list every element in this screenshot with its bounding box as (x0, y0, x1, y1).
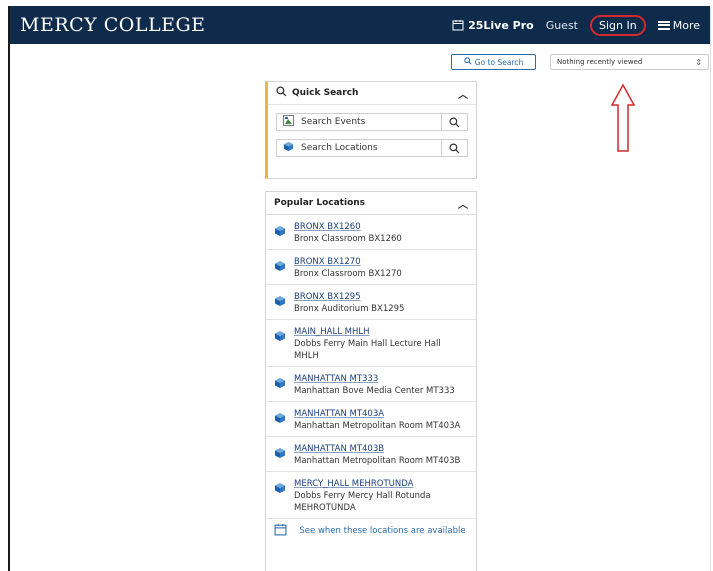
college-logo[interactable]: MERCY COLLEGE (20, 14, 206, 36)
go-to-search-button[interactable]: Go to Search (451, 54, 536, 70)
events-icon (283, 115, 294, 129)
top-navigation-bar: MERCY COLLEGE 25Live Pro Guest Sign In M… (10, 6, 710, 44)
search-icon[interactable] (442, 142, 467, 154)
location-code-link[interactable]: MERCY_HALL MEHROTUNDA (294, 478, 468, 490)
go-to-search-label: Go to Search (474, 57, 524, 67)
calendar-icon (452, 19, 464, 31)
location-code-link[interactable]: BRONX BX1260 (294, 221, 402, 233)
25live-pro-link[interactable]: 25Live Pro (452, 19, 534, 32)
location-cube-icon (274, 443, 288, 467)
popular-locations-header[interactable]: Popular Locations ︿ (266, 192, 476, 215)
search-events-label: Search Events (301, 117, 366, 127)
product-name: 25Live Pro (468, 18, 534, 32)
hamburger-icon (657, 20, 670, 30)
header-actions: 25Live Pro Guest Sign In More (452, 6, 700, 44)
location-name: Dobbs Ferry Main Hall Lecture Hall MHLH (294, 339, 441, 361)
search-events-button[interactable]: Search Events (277, 114, 442, 130)
location-name: Manhattan Metropolitan Room MT403B (294, 456, 461, 466)
location-name: Bronx Classroom BX1270 (294, 269, 402, 279)
app-window: MERCY COLLEGE 25Live Pro Guest Sign In M… (8, 6, 711, 571)
more-label: More (672, 18, 700, 32)
search-locations-button[interactable]: Search Locations (277, 140, 442, 156)
list-item[interactable]: BRONX BX1270 Bronx Classroom BX1270 (266, 250, 476, 285)
location-code-link[interactable]: MANHATTAN MT403B (294, 443, 460, 455)
search-locations-row[interactable]: Search Locations (276, 139, 468, 157)
list-item[interactable]: MANHATTAN MT403B Manhattan Metropolitan R… (266, 437, 476, 472)
location-code-link[interactable]: MAIN_HALL MHLH (294, 326, 468, 338)
location-cube-icon (274, 478, 288, 514)
location-name: Bronx Classroom BX1260 (294, 234, 402, 244)
search-events-row[interactable]: Search Events (276, 113, 468, 131)
list-item[interactable]: MERCY_HALL MEHROTUNDA Dobbs Ferry Mercy H… (266, 472, 476, 519)
sign-in-button[interactable]: Sign In (590, 14, 646, 36)
location-name: Dobbs Ferry Mercy Hall Rotunda MEHROTUND… (294, 491, 431, 513)
search-icon (276, 86, 287, 100)
recently-viewed-value: Nothing recently viewed (557, 58, 643, 66)
select-arrows-icon: ⇕ (695, 57, 702, 67)
popular-locations-title: Popular Locations (274, 198, 366, 208)
chevron-up-icon[interactable]: ︿ (458, 86, 468, 101)
location-code-link[interactable]: BRONX BX1270 (294, 256, 402, 268)
guest-label: Guest (545, 18, 578, 32)
list-item[interactable]: MANHATTAN MT333 Manhattan Bove Media Cent… (266, 367, 476, 402)
location-cube-icon (274, 408, 288, 432)
location-cube-icon (274, 291, 288, 315)
quick-search-title: Quick Search (292, 88, 359, 98)
list-item[interactable]: BRONX BX1295 Bronx Auditorium BX1295 (266, 285, 476, 320)
list-item[interactable]: BRONX BX1260 Bronx Classroom BX1260 (266, 215, 476, 250)
location-name: Bronx Auditorium BX1295 (294, 304, 405, 314)
quick-search-header[interactable]: Quick Search ︿ (268, 82, 476, 105)
annotation-up-arrow (610, 83, 636, 152)
calendar-icon (274, 523, 287, 539)
chevron-up-icon[interactable]: ︿ (458, 196, 468, 211)
search-locations-label: Search Locations (301, 143, 378, 153)
location-cube-icon (274, 326, 288, 362)
location-cube-icon (274, 221, 288, 245)
list-item[interactable]: MANHATTAN MT403A Manhattan Metropolitan R… (266, 402, 476, 437)
location-code-link[interactable]: BRONX BX1295 (294, 291, 404, 303)
see-availability-link[interactable]: See when these locations are available (266, 519, 476, 543)
location-cube-icon (274, 373, 288, 397)
location-name: Manhattan Metropolitan Room MT403A (294, 421, 461, 431)
availability-label: See when these locations are available (299, 526, 466, 536)
location-code-link[interactable]: MANHATTAN MT333 (294, 373, 455, 385)
more-menu-button[interactable]: More (657, 18, 700, 32)
location-name: Manhattan Bove Media Center MT333 (294, 386, 455, 396)
recently-viewed-select[interactable]: Nothing recently viewed ⇕ (550, 54, 709, 70)
list-item[interactable]: MAIN_HALL MHLH Dobbs Ferry Main Hall Lect… (266, 320, 476, 367)
search-icon (464, 57, 472, 67)
location-cube-icon (274, 256, 288, 280)
location-code-link[interactable]: MANHATTAN MT403A (294, 408, 460, 420)
popular-locations-panel: Popular Locations ︿ BRONX BX1260 Bronx Cl… (265, 191, 477, 571)
search-icon[interactable] (442, 116, 467, 128)
locations-cube-icon (283, 141, 294, 155)
quick-search-panel: Quick Search ︿ Search Events Search Loca… (265, 81, 477, 179)
